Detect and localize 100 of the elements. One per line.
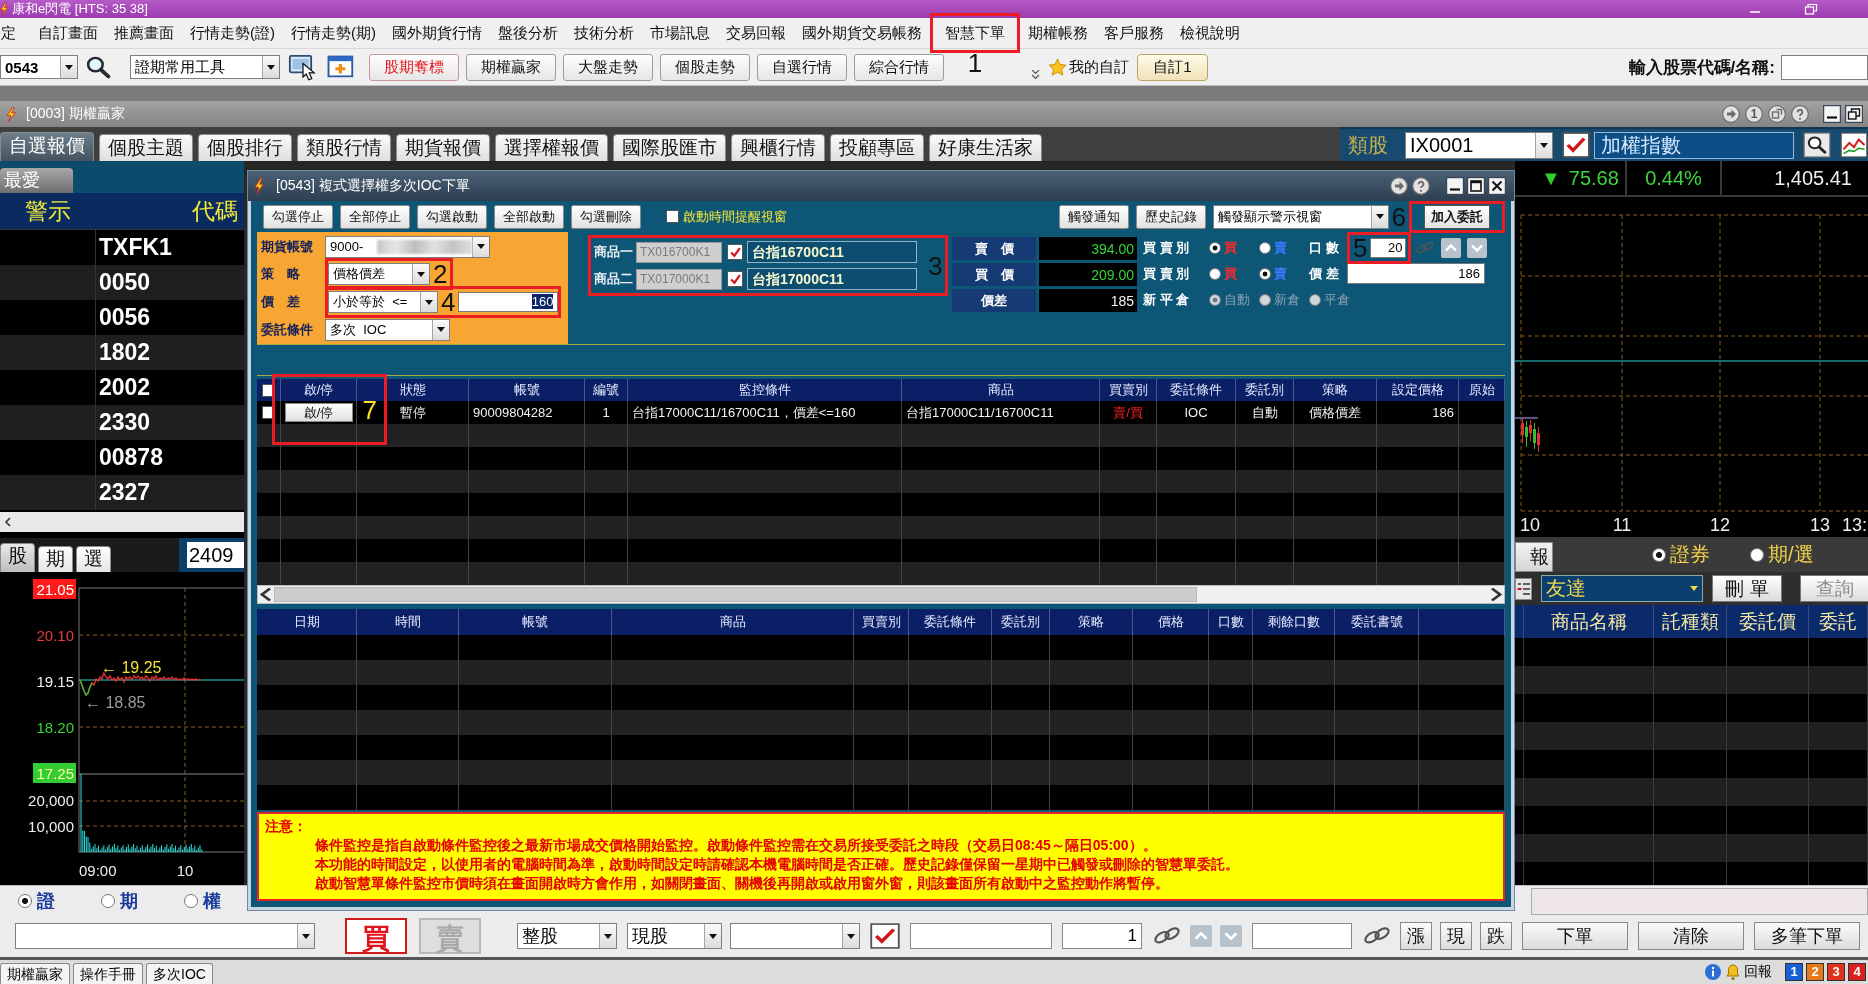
tab[interactable]: 選擇權報價 [495, 134, 608, 161]
checkbox[interactable] [727, 244, 743, 260]
broker-dropdown[interactable]: 友達 [1541, 575, 1703, 602]
menu-item[interactable]: 市場訊息 [642, 22, 718, 44]
toolbar-button[interactable]: 期權贏家 [466, 53, 556, 81]
report-label[interactable]: 回報 [1744, 963, 1772, 981]
product-name-field[interactable]: 台指16700C11 [747, 241, 917, 263]
exit-icon[interactable] [1390, 177, 1408, 195]
action-button[interactable]: 勾選啟動 [417, 204, 487, 229]
stock-code-field[interactable]: 2409 [187, 542, 244, 568]
toolbar-button[interactable]: 大盤走勢 [563, 53, 653, 81]
screen-cursor-icon[interactable] [288, 53, 318, 81]
tab[interactable]: 好康生活家 [929, 134, 1042, 161]
help-icon[interactable] [1412, 177, 1430, 195]
page-tab[interactable]: 3 [1827, 963, 1845, 981]
action-button[interactable]: 勾選刪除 [571, 204, 641, 229]
help-icon[interactable] [1791, 105, 1809, 123]
stock-search-field[interactable] [1781, 54, 1868, 80]
radio-button[interactable] [101, 894, 115, 908]
restore-icon[interactable] [1845, 105, 1863, 123]
watchlist-row[interactable]: 0050 [0, 265, 244, 300]
add-order-button[interactable]: 加入委託 [1424, 204, 1490, 229]
close-icon[interactable] [1488, 177, 1506, 195]
product-name-field[interactable]: 台指17000C11 [747, 268, 917, 290]
spread-input[interactable]: 160 [458, 292, 559, 312]
radio-label[interactable]: 證 [37, 889, 55, 913]
tab[interactable]: 選 [76, 546, 111, 572]
tile-window-icon[interactable] [1768, 105, 1786, 123]
menu-item[interactable]: 檢視說明 [1172, 22, 1248, 44]
radio-button[interactable] [1750, 547, 1764, 562]
input-field[interactable] [1252, 923, 1352, 949]
line-chart-icon[interactable] [1840, 132, 1868, 158]
tab[interactable]: 股 [0, 543, 35, 572]
account-dropdown[interactable]: 9000- [325, 235, 490, 258]
radio-button[interactable] [1259, 241, 1271, 254]
list-icon[interactable] [1515, 577, 1532, 600]
select-dropdown[interactable]: 價格價差 [328, 263, 430, 285]
quick-price-button[interactable]: 跌 [1480, 922, 1512, 950]
quick-price-button[interactable]: 現 [1440, 922, 1472, 950]
tab[interactable]: 類股行情 [297, 134, 391, 161]
select-dropdown[interactable]: 多次 IOC [325, 318, 450, 341]
tab[interactable]: 個股排行 [198, 134, 292, 161]
my-custom-button[interactable]: 我的自訂 [1048, 54, 1129, 80]
lot-type-dropdown[interactable]: 整股 [517, 923, 617, 949]
order-action-button[interactable]: 清除 [1638, 922, 1744, 950]
search-icon[interactable] [85, 55, 111, 79]
radio-label[interactable]: 證券 [1670, 541, 1710, 568]
toolset-dropdown[interactable]: 證期常用工具 [130, 55, 280, 79]
search-icon[interactable] [1803, 132, 1831, 158]
radio-button[interactable] [184, 894, 198, 908]
minimize-icon[interactable] [1446, 177, 1464, 195]
maximize-icon[interactable] [1467, 177, 1485, 195]
trade-type-dropdown[interactable]: 現股 [627, 923, 722, 949]
action-button[interactable]: 勾選停止 [263, 204, 333, 229]
toolbar-button[interactable]: 綜合行情 [854, 53, 944, 81]
double-chevron-icon[interactable] [1031, 69, 1040, 80]
alert-mode-dropdown[interactable]: 觸發顯示警示視窗 [1212, 204, 1389, 229]
start-stop-button[interactable]: 啟/停 [284, 403, 353, 422]
message-field[interactable] [1531, 887, 1868, 915]
account-dropdown[interactable] [15, 923, 315, 949]
scroll-left-icon[interactable] [4, 517, 12, 527]
radio-label[interactable]: 權 [203, 889, 221, 913]
tab[interactable]: 期 [38, 546, 73, 572]
notify-button[interactable]: 觸發通知 [1058, 204, 1129, 229]
tab[interactable]: 投顧專區 [830, 134, 924, 161]
chevron-up-icon[interactable] [1441, 237, 1462, 258]
menu-item[interactable]: 行情走勢(證) [182, 22, 283, 44]
order-action-button[interactable]: 下單 [1522, 922, 1628, 950]
checkbox[interactable] [727, 271, 743, 287]
menu-item[interactable]: 行情走勢(期) [283, 22, 384, 44]
order-action-button[interactable]: 多筆下單 [1754, 922, 1860, 950]
tab[interactable]: 自選報價 [0, 132, 94, 161]
info-icon[interactable] [1704, 963, 1722, 981]
radio-button[interactable] [1259, 267, 1271, 280]
watchlist-row[interactable]: 2327 [0, 475, 244, 510]
product-dropdown[interactable] [730, 923, 860, 949]
tab[interactable]: 期貨報價 [396, 134, 490, 161]
exit-icon[interactable] [1722, 105, 1740, 123]
taskbar-item[interactable]: 操作手冊 [73, 963, 143, 984]
page-tab[interactable]: 4 [1848, 963, 1866, 981]
scroll-left-icon[interactable] [258, 587, 274, 602]
menu-item[interactable]: 技術分析 [566, 22, 642, 44]
check-icon[interactable] [870, 923, 900, 949]
page-tab[interactable]: 1 [1785, 963, 1803, 981]
watchlist-row[interactable]: 2330 [0, 405, 244, 440]
scrollbar-thumb[interactable] [274, 587, 1197, 602]
chevron-down-icon[interactable] [1467, 237, 1488, 258]
horizontal-scrollbar[interactable] [0, 512, 244, 532]
spread-input[interactable]: 186 [1347, 263, 1485, 284]
menu-item[interactable]: 國外期貨行情 [384, 22, 490, 44]
checkbox-label[interactable]: 啟動時間提醒視窗 [683, 207, 787, 226]
radio-button[interactable] [1652, 547, 1666, 562]
sector-code-dropdown[interactable]: IX0001 [1405, 131, 1553, 159]
quantity-input[interactable]: 1 [1062, 923, 1142, 949]
radio-label[interactable]: 期/選 [1768, 541, 1814, 568]
action-button[interactable]: 全部停止 [340, 204, 410, 229]
tab[interactable]: 個股主題 [99, 134, 193, 161]
radio-button[interactable] [1209, 241, 1221, 254]
checkbox[interactable] [666, 210, 679, 223]
menu-item[interactable]: 國外期貨交易帳務 [794, 22, 930, 44]
